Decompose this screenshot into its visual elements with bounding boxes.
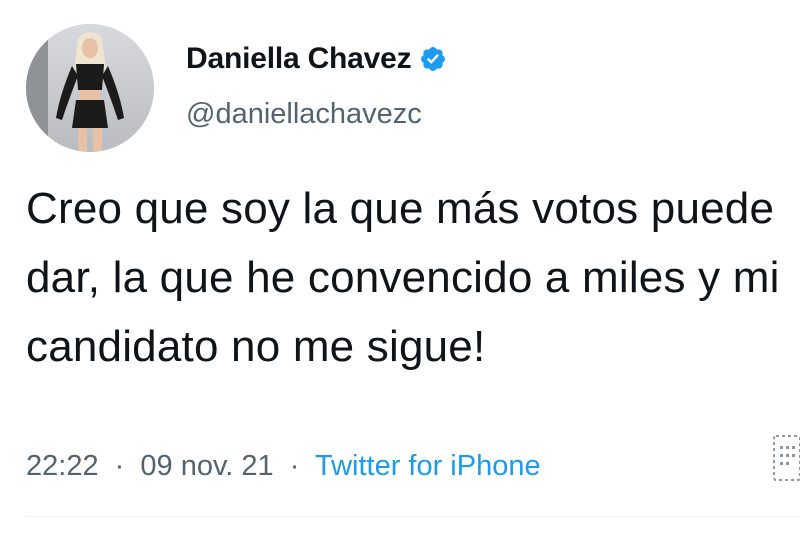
profile-photo bbox=[26, 24, 154, 152]
display-name[interactable]: Daniella Chavez bbox=[186, 42, 412, 76]
meta-separator: · bbox=[114, 450, 125, 482]
avatar[interactable] bbox=[26, 24, 154, 152]
meta-separator: · bbox=[289, 450, 300, 482]
tweet-time[interactable]: 22:22 bbox=[26, 450, 99, 482]
tweet-text: Creo que soy la que más votos puede dar,… bbox=[26, 184, 780, 371]
tweet-date[interactable]: 09 nov. 21 bbox=[140, 450, 273, 482]
verified-badge-icon bbox=[421, 47, 446, 71]
tweet-meta: 22:22 · 09 nov. 21 · Twitter for iPhone bbox=[26, 450, 541, 483]
divider bbox=[26, 516, 800, 517]
tweet-analytics-icon[interactable] bbox=[770, 432, 800, 484]
author-handle[interactable]: @daniellachavezc bbox=[186, 98, 422, 131]
tweet-card: Daniella Chavez @daniellachavezc Creo qu… bbox=[0, 0, 800, 533]
tweet-source-link[interactable]: Twitter for iPhone bbox=[315, 450, 541, 482]
author-name-row[interactable]: Daniella Chavez bbox=[186, 42, 447, 76]
